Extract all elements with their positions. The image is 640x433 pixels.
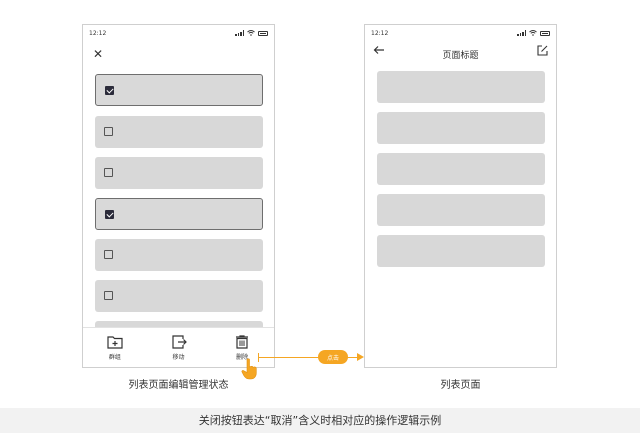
list-item[interactable] — [95, 198, 263, 230]
nav-bar: ✕ — [83, 41, 274, 67]
battery-icon — [258, 30, 268, 36]
battery-icon — [540, 30, 550, 36]
close-icon[interactable]: ✕ — [93, 46, 103, 62]
move-button[interactable]: 移动 — [147, 328, 211, 367]
group-button[interactable]: 群组 — [83, 328, 147, 367]
checkbox[interactable] — [104, 127, 113, 136]
footer-caption: 关闭按钮表达“取消”含义时相对应的操作逻辑示例 — [198, 414, 442, 427]
folder-add-icon — [107, 336, 123, 349]
pointer-hand-icon — [241, 358, 257, 380]
phone-list-page: 12:12 页面标题 — [364, 24, 557, 368]
status-bar: 12:12 — [365, 25, 556, 41]
move-icon — [171, 335, 187, 349]
edit-icon[interactable] — [537, 45, 548, 56]
wifi-icon — [247, 30, 255, 36]
list-item[interactable] — [377, 71, 545, 103]
list-item[interactable] — [95, 157, 263, 189]
signal-icon — [235, 30, 244, 36]
group-label: 群组 — [108, 354, 121, 361]
signal-icon — [517, 30, 526, 36]
list-item[interactable] — [95, 280, 263, 312]
arrowhead-icon — [357, 353, 364, 361]
list-item[interactable] — [377, 112, 545, 144]
move-label: 移动 — [172, 354, 185, 361]
status-bar: 12:12 — [83, 25, 274, 41]
checkbox[interactable] — [104, 168, 113, 177]
tap-label: 点击 — [318, 350, 348, 364]
nav-bar: 页面标题 — [365, 41, 556, 67]
list-item[interactable] — [377, 153, 545, 185]
checkbox[interactable] — [104, 250, 113, 259]
status-time: 12:12 — [89, 29, 107, 37]
checkbox[interactable] — [104, 291, 113, 300]
list-item[interactable] — [377, 235, 545, 267]
phone-edit-state: 12:12 ✕ 群组 移动 删除 — [82, 24, 275, 368]
page-title: 页面标题 — [442, 50, 479, 61]
list-item[interactable] — [377, 194, 545, 226]
checkbox-checked[interactable] — [105, 210, 114, 219]
wifi-icon — [529, 30, 537, 36]
status-time: 12:12 — [371, 29, 389, 37]
back-arrow-icon[interactable] — [373, 44, 385, 56]
checkbox-checked[interactable] — [105, 86, 114, 95]
trash-icon — [236, 335, 249, 349]
list-item[interactable] — [95, 74, 263, 106]
list-item[interactable] — [95, 116, 263, 148]
caption-list-page: 列表页面 — [440, 380, 481, 391]
list-item[interactable] — [95, 239, 263, 271]
